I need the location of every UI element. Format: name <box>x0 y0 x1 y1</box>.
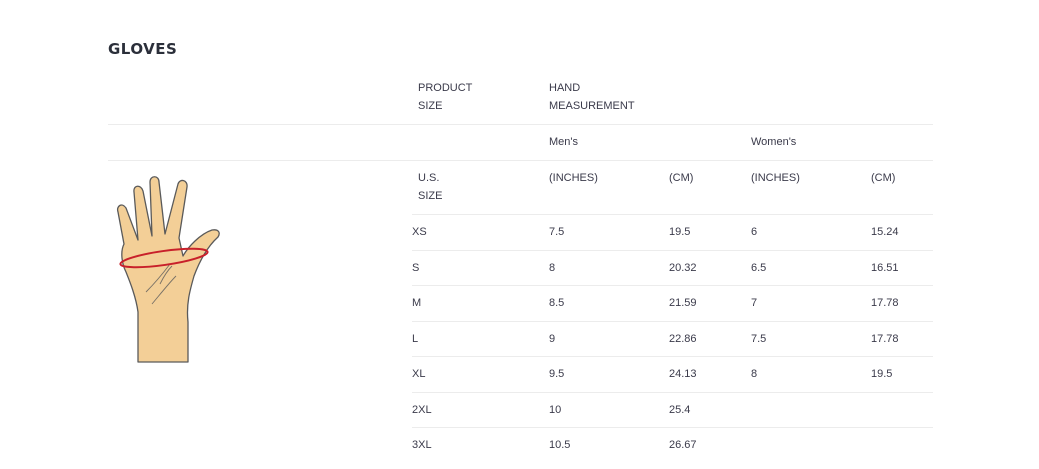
divider <box>108 124 933 125</box>
product-size-line2: SIZE <box>418 100 443 112</box>
hand-measurement-line1: HAND <box>549 82 581 94</box>
size-cell: 2XL <box>412 404 432 416</box>
womens-cm-cell: 15.24 <box>871 226 899 238</box>
divider <box>412 250 933 251</box>
page-title: GLOVES <box>108 40 178 58</box>
us-size-header: U.S. SIZE <box>418 169 442 205</box>
mens-inches-header: (INCHES) <box>549 172 598 184</box>
mens-cm-header: (CM) <box>669 172 694 184</box>
mens-cm-cell: 24.13 <box>669 368 697 380</box>
product-size-header: PRODUCT SIZE <box>418 79 472 115</box>
size-cell: S <box>412 262 420 274</box>
womens-inches-header: (INCHES) <box>751 172 800 184</box>
us-size-line1: U.S. <box>418 172 440 184</box>
mens-inches-cell: 9 <box>549 333 556 345</box>
womens-inches-cell: 6.5 <box>751 262 767 274</box>
divider <box>412 392 933 393</box>
mens-inches-cell: 8 <box>549 262 556 274</box>
size-cell: M <box>412 297 422 309</box>
mens-cm-cell: 22.86 <box>669 333 697 345</box>
mens-cm-cell: 20.32 <box>669 262 697 274</box>
mens-inches-cell: 8.5 <box>549 297 565 309</box>
womens-cm-cell: 19.5 <box>871 368 893 380</box>
womens-inches-cell: 7.5 <box>751 333 767 345</box>
womens-inches-cell: 6 <box>751 226 758 238</box>
mens-header: Men's <box>549 136 578 148</box>
womens-header: Women's <box>751 136 797 148</box>
mens-cm-cell: 26.67 <box>669 439 697 451</box>
product-size-line1: PRODUCT <box>418 82 473 94</box>
size-cell: XL <box>412 368 426 380</box>
mens-inches-cell: 10.5 <box>549 439 571 451</box>
divider <box>412 321 933 322</box>
mens-cm-cell: 19.5 <box>669 226 691 238</box>
mens-cm-cell: 25.4 <box>669 404 691 416</box>
womens-cm-cell: 17.78 <box>871 297 899 309</box>
size-cell: L <box>412 333 419 345</box>
womens-inches-cell: 8 <box>751 368 758 380</box>
divider <box>108 160 933 161</box>
mens-inches-cell: 9.5 <box>549 368 565 380</box>
divider <box>412 427 933 428</box>
hand-measurement-line2: MEASUREMENT <box>549 100 635 112</box>
mens-inches-cell: 7.5 <box>549 226 565 238</box>
divider <box>412 356 933 357</box>
size-cell: 3XL <box>412 439 432 451</box>
divider <box>412 214 933 215</box>
hand-measurement-header: HAND MEASUREMENT <box>549 79 635 115</box>
mens-cm-cell: 21.59 <box>669 297 697 309</box>
hand-measurement-icon <box>116 176 220 363</box>
womens-cm-cell: 17.78 <box>871 333 899 345</box>
womens-cm-header: (CM) <box>871 172 896 184</box>
womens-inches-cell: 7 <box>751 297 758 309</box>
size-cell: XS <box>412 226 427 238</box>
mens-inches-cell: 10 <box>549 404 562 416</box>
womens-cm-cell: 16.51 <box>871 262 899 274</box>
divider <box>412 285 933 286</box>
us-size-line2: SIZE <box>418 190 443 202</box>
